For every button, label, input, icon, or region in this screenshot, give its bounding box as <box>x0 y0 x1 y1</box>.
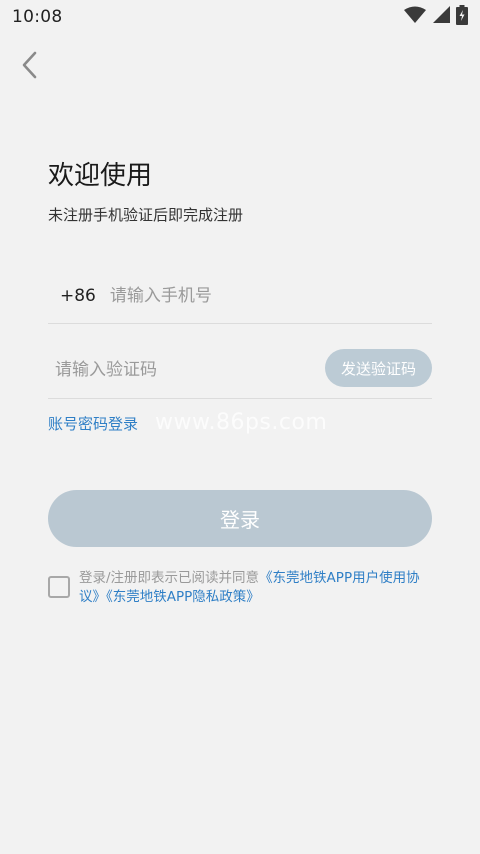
page-subtitle: 未注册手机验证后即完成注册 <box>48 206 244 224</box>
back-button[interactable] <box>12 50 46 84</box>
verification-field-row: 发送验证码 <box>48 342 432 399</box>
country-code[interactable]: +86 <box>60 286 96 306</box>
phone-field-row: +86 <box>48 268 432 324</box>
privacy-policy-link[interactable]: 《东莞地铁APP隐私政策》 <box>106 589 260 605</box>
login-button[interactable]: 登录 <box>48 490 432 547</box>
page-title: 欢迎使用 <box>48 161 153 191</box>
account-password-login-link[interactable]: 账号密码登录 <box>48 413 138 434</box>
watermark: www.86ps.com <box>155 410 328 435</box>
status-time: 10:08 <box>12 7 63 27</box>
wifi-icon <box>404 6 426 28</box>
signal-icon <box>432 6 450 28</box>
chevron-left-icon <box>20 51 38 83</box>
battery-charging-icon <box>456 5 468 29</box>
agreement-prefix: 登录/注册即表示已阅读并同意 <box>79 570 260 586</box>
agreement-checkbox[interactable] <box>48 576 70 598</box>
status-icons <box>404 5 468 29</box>
agreement-text: 登录/注册即表示已阅读并同意《东莞地铁APP用户使用协议》《东莞地铁APP隐私政… <box>79 569 431 607</box>
phone-input[interactable] <box>109 285 360 306</box>
agreement-row: 登录/注册即表示已阅读并同意《东莞地铁APP用户使用协议》《东莞地铁APP隐私政… <box>48 569 432 607</box>
send-code-button[interactable]: 发送验证码 <box>325 349 432 387</box>
verification-code-input[interactable] <box>55 360 275 380</box>
status-bar: 10:08 <box>0 0 480 34</box>
